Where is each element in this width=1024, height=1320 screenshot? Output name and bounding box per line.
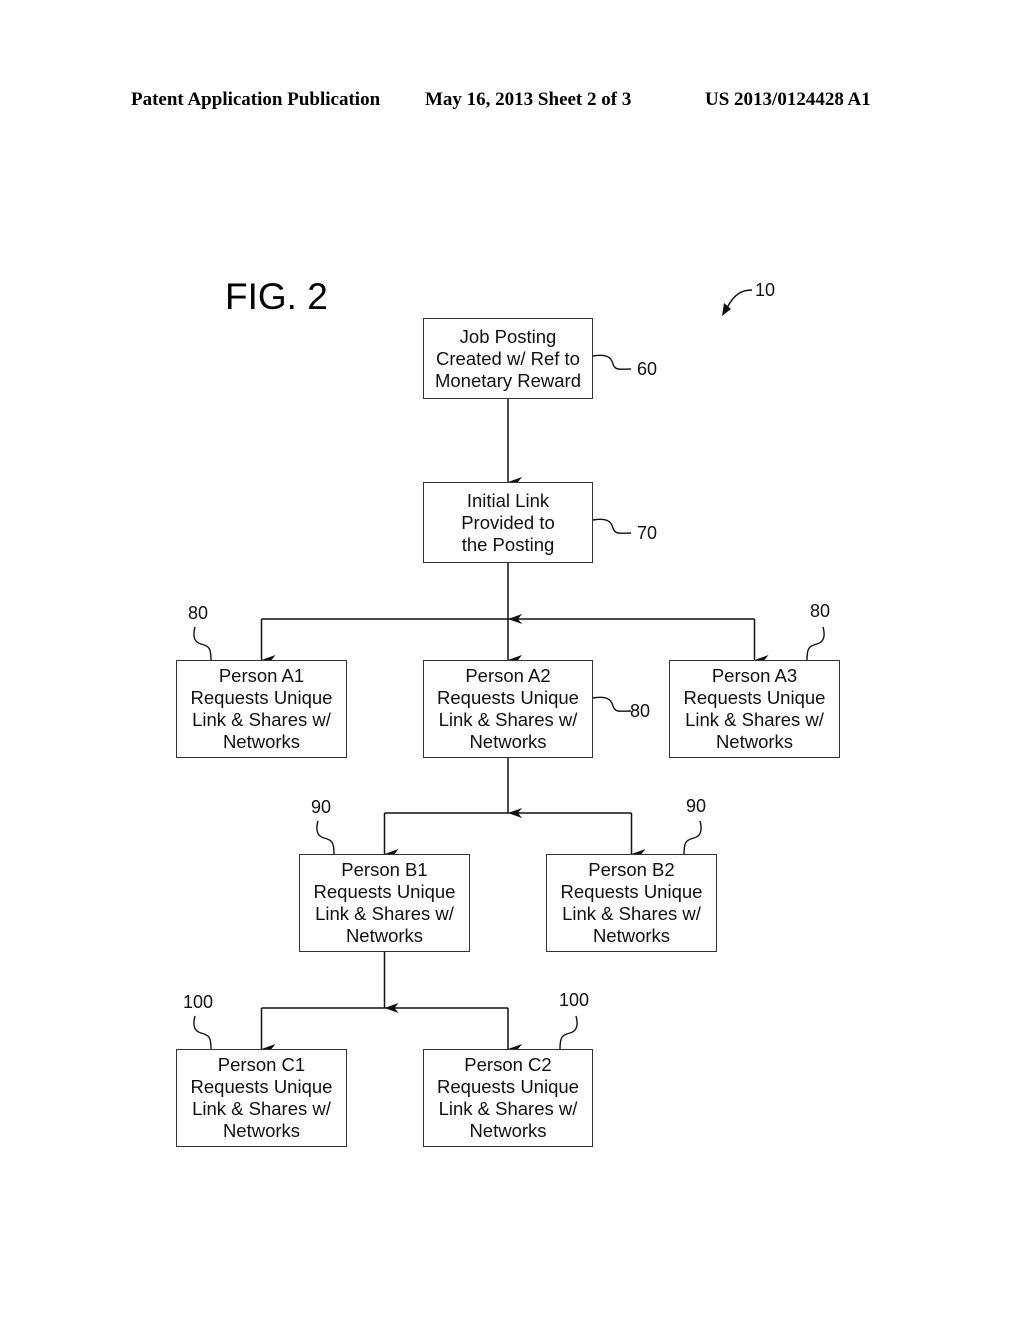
node-text-line: Monetary Reward: [434, 369, 581, 391]
node-text-line: Person B1: [341, 859, 428, 880]
node-text-line: Provided to: [461, 511, 555, 533]
system-ref-arrowhead-icon: [722, 303, 731, 316]
node-person-b1: Person B1 Requests Unique Link & Shares w/…: [299, 854, 470, 952]
node-initial-link-provided: Initial Link Provided to the Posting: [423, 482, 593, 563]
node-text-line: Networks: [469, 731, 547, 752]
node-text-line: Link & Shares w/: [562, 903, 701, 924]
ref-number-c2: 100: [559, 990, 590, 1010]
leader-line-60: [592, 354, 632, 370]
node-person-c2: Person C2 Requests Unique Link & Shares w/…: [423, 1049, 593, 1147]
node-text-line: Link & Shares w/: [438, 1098, 578, 1119]
node-text-line: Link & Shares w/: [315, 903, 454, 924]
ref-number-a2: 80: [630, 701, 651, 721]
node-text-line: Networks: [345, 925, 424, 946]
leader-line-70: [592, 518, 632, 534]
ref-number-b2: 90: [686, 796, 707, 816]
ref-number-b1: 90: [311, 797, 332, 817]
node-text-line: Networks: [469, 1120, 547, 1141]
node-text-line: Person B2: [588, 859, 675, 880]
node-text-line: Link & Shares w/: [192, 1098, 331, 1119]
node-text-line: Requests Unique: [190, 1076, 333, 1097]
node-text-line: Networks: [222, 731, 301, 752]
node-person-a2: Person A2 Requests Unique Link & Shares w/…: [423, 660, 593, 758]
node-text-line: Requests Unique: [683, 687, 826, 708]
system-ref-number: 10: [755, 280, 776, 300]
leader-line-a3: [806, 626, 825, 661]
node-text-line: Requests Unique: [437, 1076, 579, 1097]
node-text-line: Created w/ Ref to: [436, 347, 580, 369]
node-text-line: Person A3: [711, 665, 798, 686]
node-text-line: Link & Shares w/: [438, 709, 578, 730]
leader-line-b2: [683, 820, 702, 855]
leader-line-a1: [193, 626, 212, 661]
node-text-line: Requests Unique: [437, 687, 579, 708]
leader-line-a2: [592, 696, 632, 712]
node-text-line: Person C2: [464, 1054, 552, 1075]
ref-number-60: 60: [637, 359, 658, 379]
ref-number-a3: 80: [810, 601, 831, 621]
node-text-line: Networks: [592, 925, 671, 946]
node-job-posting-created: Job Posting Created w/ Ref to Monetary Rew…: [423, 318, 593, 399]
node-person-a1: Person A1 Requests Unique Link & Shares w/…: [176, 660, 347, 758]
node-text-line: Networks: [715, 731, 794, 752]
ref-number-70: 70: [637, 523, 658, 543]
node-person-a3: Person A3 Requests Unique Link & Shares w/…: [669, 660, 840, 758]
node-text-line: Requests Unique: [313, 881, 456, 902]
ref-number-c1: 100: [183, 992, 214, 1012]
node-text-line: Requests Unique: [560, 881, 703, 902]
node-person-c1: Person C1 Requests Unique Link & Shares w/…: [176, 1049, 347, 1147]
node-text-line: Link & Shares w/: [685, 709, 824, 730]
leader-line-c1: [193, 1015, 212, 1050]
node-text-line: Person A1: [218, 665, 305, 686]
leader-line-c2: [559, 1015, 578, 1050]
node-text-line: Link & Shares w/: [192, 709, 331, 730]
node-text-line: Requests Unique: [190, 687, 333, 708]
node-text-line: Networks: [222, 1120, 301, 1141]
node-person-b2: Person B2 Requests Unique Link & Shares w/…: [546, 854, 717, 952]
leader-line-b1: [316, 820, 335, 855]
node-text-line: Initial Link: [466, 489, 550, 511]
node-text-line: Person C1: [217, 1054, 306, 1075]
node-text-line: Job Posting: [459, 325, 557, 347]
node-text-line: the Posting: [461, 533, 555, 555]
ref-number-a1: 80: [188, 603, 209, 623]
node-text-line: Person A2: [465, 665, 551, 686]
system-ref-arrow: [726, 289, 753, 309]
